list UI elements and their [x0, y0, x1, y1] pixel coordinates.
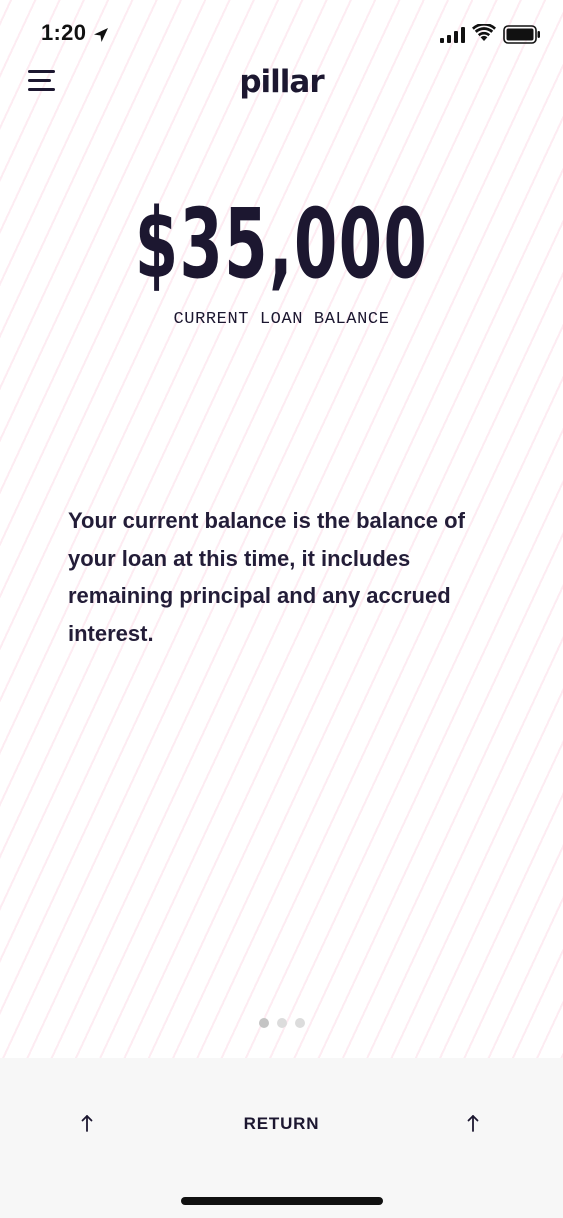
pagination-dots — [0, 1018, 563, 1028]
status-bar: 1:20 — [0, 0, 563, 66]
battery-icon — [503, 25, 540, 44]
pagination-dot-2[interactable] — [276, 1018, 287, 1028]
balance-description: Your current balance is the balance of y… — [68, 508, 465, 646]
current-loan-balance-label: CURRENT LOAN BALANCE — [173, 310, 390, 329]
pillar-logo: pillar — [239, 64, 324, 100]
status-time: 1:20 — [41, 20, 87, 45]
pagination-dot-1[interactable] — [258, 1018, 269, 1028]
arrow-up-icon[interactable] — [462, 1112, 484, 1134]
location-arrow-icon — [94, 28, 108, 42]
cellular-signal-icon — [440, 27, 465, 43]
home-indicator — [181, 1197, 383, 1205]
bottom-bar: RETURN — [0, 1058, 563, 1218]
return-button-label: RETURN — [243, 1114, 320, 1133]
wifi-icon — [472, 24, 496, 41]
current-loan-balance-amount: $35,000 — [134, 188, 429, 300]
pagination-dot-3[interactable] — [294, 1018, 305, 1028]
